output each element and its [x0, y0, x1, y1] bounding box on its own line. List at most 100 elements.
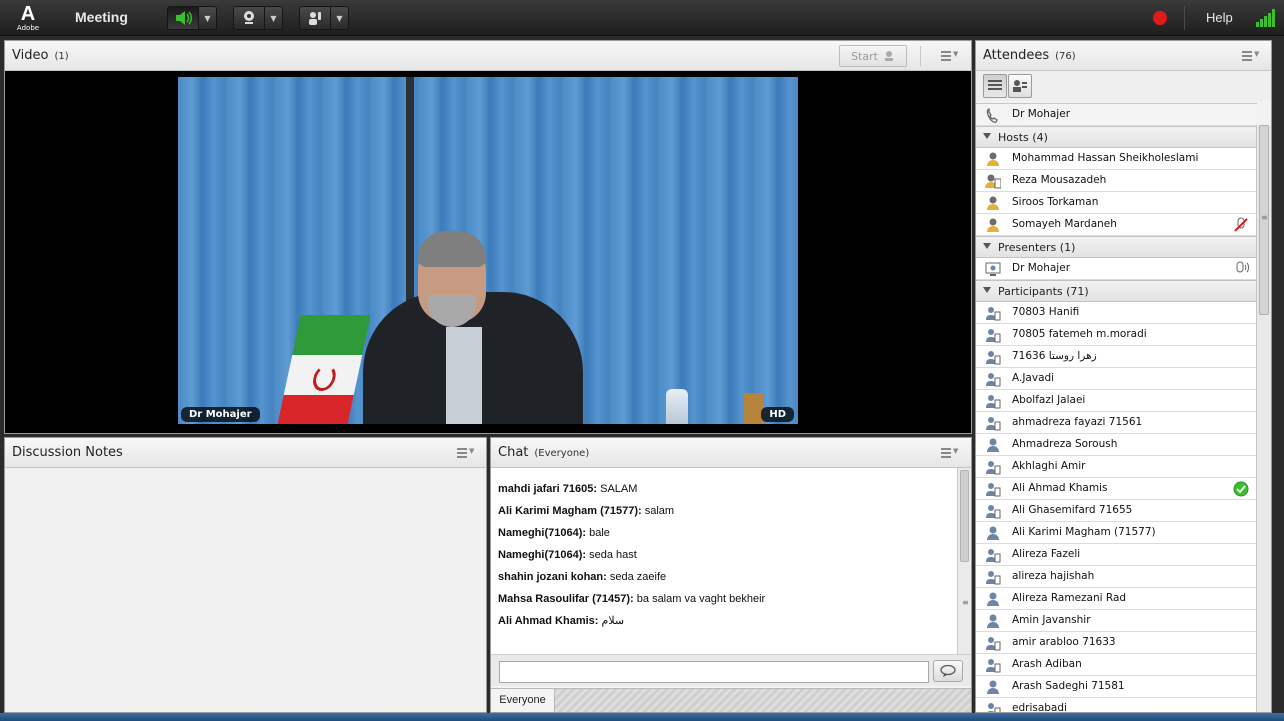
- pod-menu-icon[interactable]: ▼: [941, 50, 963, 62]
- pod-menu-icon[interactable]: ▼: [941, 447, 963, 459]
- speaker-dropdown-icon[interactable]: ▼: [198, 7, 216, 29]
- divider: [1184, 6, 1185, 30]
- attendee-row[interactable]: alireza hajishah: [976, 566, 1257, 588]
- speaker-button[interactable]: ▼: [167, 6, 217, 30]
- video-feed[interactable]: Dr Mohajer HD: [178, 77, 798, 424]
- tab-everyone[interactable]: Everyone: [491, 689, 555, 712]
- collapse-arrow-icon[interactable]: [983, 287, 991, 293]
- chat-messages: mahdi jafari 71605: SALAM Ali Karimi Mag…: [491, 468, 957, 654]
- chat-pod: Chat (Everyone) ▼ mahdi jafari 71605: SAL…: [490, 437, 972, 713]
- video-pod: Video (1) Start ▼ Dr Mohajer HD: [4, 40, 972, 434]
- status-dropdown-icon[interactable]: ▼: [330, 7, 348, 29]
- webcam-icon: [234, 7, 264, 29]
- webcam-button[interactable]: ▼: [233, 6, 283, 30]
- hand-raise-icon: [300, 7, 330, 29]
- signal-icon: [1256, 9, 1276, 27]
- attendee-row[interactable]: amir arabloo 71633: [976, 632, 1257, 654]
- mic-active-icon: [1236, 261, 1249, 273]
- mic-muted-icon: [1234, 217, 1248, 232]
- participant-icon: [986, 461, 1001, 475]
- attendee-row[interactable]: 70803 Hanifi: [976, 302, 1257, 324]
- chat-message: mahdi jafari 71605: SALAM: [498, 483, 638, 495]
- participant-icon: [986, 373, 1001, 387]
- chat-pod-title: Chat (Everyone): [498, 445, 590, 460]
- discussion-pod-header: Discussion Notes ▼: [5, 438, 486, 468]
- attendee-list: Dr Mohajer Hosts (4) Mohammad Hassan She…: [976, 103, 1257, 712]
- top-bar: A Adobe Meeting ▼ ▼ ▼ Help: [0, 0, 1284, 36]
- attendees-pod-title: Attendees (76): [983, 48, 1076, 63]
- card-view-button[interactable]: [1008, 74, 1032, 98]
- participant-icon: [987, 438, 999, 452]
- attendee-row[interactable]: 71636 زهرا روستا: [976, 346, 1257, 368]
- attendee-scrollbar[interactable]: ≡: [1256, 125, 1271, 712]
- pod-menu-icon[interactable]: ▼: [1242, 50, 1264, 62]
- attendee-row[interactable]: Ali Ghasemifard 71655: [976, 500, 1257, 522]
- chat-message: Nameghi(71064): seda hast: [498, 549, 637, 561]
- participant-icon: [986, 659, 1001, 673]
- attendee-row[interactable]: 70805 fatemeh m.moradi: [976, 324, 1257, 346]
- attendee-row[interactable]: Akhlaghi Amir: [976, 456, 1257, 478]
- participant-icon: [986, 417, 1001, 431]
- speaker-icon: [168, 7, 198, 29]
- attendee-row[interactable]: Ahmadreza Soroush: [976, 434, 1257, 456]
- attendee-row[interactable]: Dr Mohajer: [976, 258, 1257, 280]
- send-button[interactable]: [933, 660, 963, 682]
- pod-menu-icon[interactable]: ▼: [457, 447, 479, 459]
- attendee-row[interactable]: Siroos Torkaman: [976, 192, 1257, 214]
- chat-message: Ali Karimi Magham (71577): salam: [498, 505, 675, 517]
- attendee-row[interactable]: Alireza Ramezani Rad: [976, 588, 1257, 610]
- attendee-row[interactable]: Amin Javanshir: [976, 610, 1257, 632]
- discussion-notes-body[interactable]: [5, 468, 486, 712]
- attendees-pod-header: Attendees (76) ▼: [976, 41, 1271, 71]
- discussion-notes-pod: Discussion Notes ▼: [4, 437, 487, 713]
- webcam-dropdown-icon[interactable]: ▼: [264, 7, 282, 29]
- divider: [920, 46, 921, 66]
- participant-icon: [986, 549, 1001, 563]
- card-view-icon: [1013, 80, 1027, 92]
- attendee-row[interactable]: Arash Adiban: [976, 654, 1257, 676]
- check-icon: [1233, 481, 1249, 497]
- help-menu[interactable]: Help: [1206, 10, 1233, 25]
- attendee-row[interactable]: Abolfazl Jalaei: [976, 390, 1257, 412]
- group-participants[interactable]: Participants (71): [976, 280, 1257, 302]
- collapse-arrow-icon[interactable]: [983, 243, 991, 249]
- group-presenters[interactable]: Presenters (1): [976, 236, 1257, 258]
- attendee-row[interactable]: Somayeh Mardaneh: [976, 214, 1257, 236]
- discussion-pod-title: Discussion Notes: [12, 445, 123, 460]
- caller-row[interactable]: Dr Mohajer: [976, 104, 1257, 126]
- start-label: Start: [851, 49, 878, 63]
- participant-icon: [987, 592, 999, 606]
- collapse-arrow-icon[interactable]: [983, 133, 991, 139]
- group-hosts[interactable]: Hosts (4): [976, 126, 1257, 148]
- attendee-row[interactable]: ahmadreza fayazi 71561: [976, 412, 1257, 434]
- meeting-menu[interactable]: Meeting: [75, 9, 128, 25]
- host-icon: [987, 218, 999, 232]
- participant-icon: [986, 483, 1001, 497]
- adobe-logo: A Adobe: [16, 3, 40, 32]
- video-area: Dr Mohajer HD: [5, 71, 971, 433]
- attendee-row[interactable]: Arash Sadeghi 71581: [976, 676, 1257, 698]
- status-button[interactable]: ▼: [299, 6, 349, 30]
- chat-tabs: Everyone: [491, 688, 971, 712]
- chat-message: Mahsa Rasoulifar (71457): ba salam va va…: [498, 593, 766, 605]
- attendee-row[interactable]: A.Javadi: [976, 368, 1257, 390]
- participant-icon: [986, 307, 1001, 321]
- attendee-row[interactable]: Ali Ahmad Khamis: [976, 478, 1257, 500]
- chat-scrollbar[interactable]: ≡: [957, 468, 971, 654]
- participant-icon: [986, 505, 1001, 519]
- send-icon: [940, 665, 956, 677]
- start-webcam-button[interactable]: Start: [839, 45, 907, 67]
- chat-input[interactable]: [499, 661, 929, 683]
- attendee-row[interactable]: Ali Karimi Magham (71577): [976, 522, 1257, 544]
- record-icon[interactable]: [1153, 11, 1167, 25]
- attendee-row[interactable]: edrisabadi: [976, 698, 1257, 712]
- attendee-row[interactable]: Alireza Fazeli: [976, 544, 1257, 566]
- host-icon: [987, 152, 999, 166]
- phone-icon: [986, 107, 998, 123]
- presenter-label: Dr Mohajer: [181, 407, 260, 422]
- attendee-row[interactable]: Reza Mousazadeh: [976, 170, 1257, 192]
- attendee-row[interactable]: Mohammad Hassan Sheikholeslami: [976, 148, 1257, 170]
- list-view-button[interactable]: [983, 74, 1007, 98]
- chat-message: shahin jozani kohan: seda zaeife: [498, 571, 667, 583]
- scrollbar-thumb[interactable]: [960, 470, 969, 562]
